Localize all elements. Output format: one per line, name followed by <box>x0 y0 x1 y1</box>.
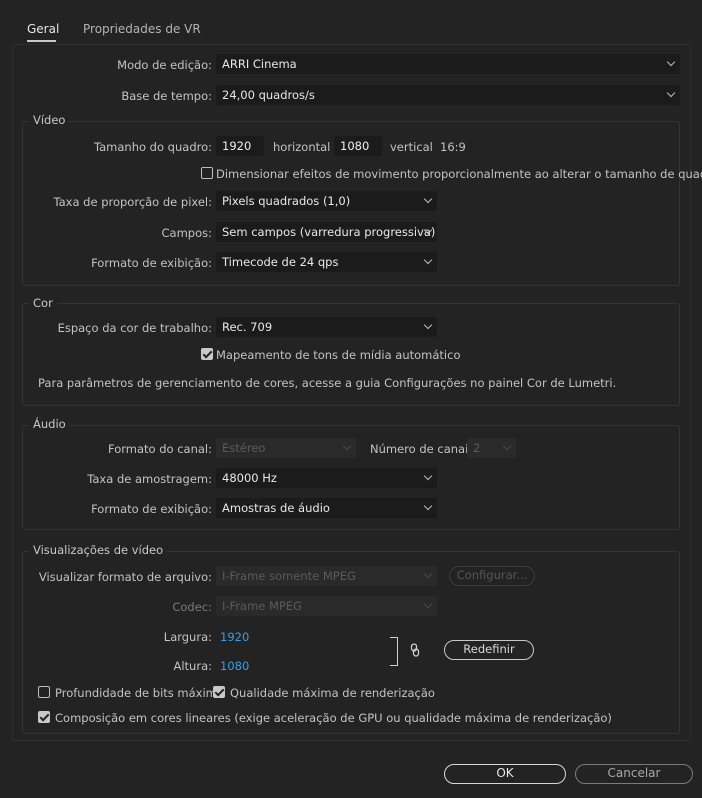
aspect-ratio-text: 16:9 <box>440 140 466 154</box>
preview-width-value[interactable]: 1920 <box>220 630 249 644</box>
link-bracket <box>390 637 398 666</box>
channel-format-value: Estéreo <box>222 441 266 455</box>
tab-vr-properties[interactable]: Propriedades de VR <box>83 22 201 36</box>
chevron-down-icon <box>423 320 433 330</box>
timebase-label: Base de tempo: <box>121 89 212 103</box>
audio-display-format-value: Amostras de áudio <box>222 501 330 515</box>
codec-value: I-Frame MPEG <box>222 599 303 613</box>
num-channels-value: 2 <box>473 441 481 455</box>
working-space-label: Espaço da cor de trabalho: <box>57 321 212 335</box>
color-info-text: Para parâmetros de gerenciamento de core… <box>38 376 617 390</box>
frame-width-input[interactable]: 1920 <box>216 136 264 156</box>
timebase-select[interactable]: 24,00 quadros/s <box>216 85 680 105</box>
sample-rate-value: 48000 Hz <box>222 471 277 485</box>
working-space-select[interactable]: Rec. 709 <box>216 317 437 337</box>
preview-width-label: Largura: <box>163 630 212 644</box>
chevron-down-icon <box>666 57 676 67</box>
scale-motion-label: Dimensionar efeitos de movimento proporc… <box>216 167 702 181</box>
tab-geral[interactable]: Geral <box>27 22 59 36</box>
frame-height-input[interactable]: 1080 <box>334 136 382 156</box>
tab-bar: Geral Propriedades de VR <box>0 0 702 44</box>
audio-group-title: Áudio <box>29 417 70 431</box>
preview-height-label: Altura: <box>173 659 212 673</box>
audio-display-format-select[interactable]: Amostras de áudio <box>216 498 437 518</box>
fields-select[interactable]: Sem campos (varredura progressiva) <box>216 222 437 242</box>
sample-rate-select[interactable]: 48000 Hz <box>216 468 437 488</box>
timebase-value: 24,00 quadros/s <box>222 88 315 102</box>
vertical-label: vertical <box>390 140 433 154</box>
video-display-format-value: Timecode de 24 qps <box>222 255 339 269</box>
num-channels-label: Número de canais: <box>370 442 479 456</box>
chevron-down-icon <box>423 501 433 511</box>
tone-map-label: Mapeamento de tons de mídia automático <box>216 348 461 362</box>
pixel-aspect-select[interactable]: Pixels quadrados (1,0) <box>216 191 437 211</box>
tone-map-checkbox[interactable] <box>201 348 213 360</box>
chevron-down-icon <box>666 88 676 98</box>
chevron-down-icon <box>423 471 433 481</box>
horizontal-label: horizontal <box>273 140 331 154</box>
codec-select[interactable]: I-Frame MPEG <box>216 596 437 616</box>
linear-color-label: Composição em cores lineares (exige acel… <box>55 711 612 725</box>
chevron-down-icon <box>423 194 433 204</box>
ok-button[interactable]: OK <box>444 764 566 784</box>
video-display-format-select[interactable]: Timecode de 24 qps <box>216 252 437 272</box>
codec-label: Codec: <box>172 600 212 614</box>
fields-value: Sem campos (varredura progressiva) <box>222 225 436 239</box>
configure-button[interactable]: Configurar... <box>449 566 535 586</box>
scale-motion-checkbox[interactable] <box>201 167 213 179</box>
preview-file-format-label: Visualizar formato de arquivo: <box>38 570 212 584</box>
pixel-aspect-value: Pixels quadrados (1,0) <box>222 194 351 208</box>
preview-height-value[interactable]: 1080 <box>220 659 249 673</box>
max-bit-depth-label: Profundidade de bits máxima <box>55 686 224 700</box>
preview-file-format-select[interactable]: I-Frame somente MPEG <box>216 566 437 586</box>
video-group-title: Vídeo <box>29 113 70 127</box>
linear-color-checkbox[interactable] <box>38 711 50 723</box>
video-previews-group-title: Visualizações de vídeo <box>29 543 168 557</box>
chevron-down-icon <box>423 255 433 265</box>
edit-mode-select[interactable]: ARRI Cinema <box>216 54 680 74</box>
chevron-down-icon <box>502 441 512 451</box>
max-bit-depth-checkbox[interactable] <box>38 686 50 698</box>
max-render-quality-label: Qualidade máxima de renderização <box>230 686 435 700</box>
chevron-down-icon <box>342 441 352 451</box>
active-tab-indicator <box>27 40 56 42</box>
pixel-aspect-label: Taxa de proporção de pixel: <box>53 195 212 209</box>
fields-label: Campos: <box>161 226 212 240</box>
chevron-down-icon <box>423 569 433 579</box>
edit-mode-value: ARRI Cinema <box>222 57 297 71</box>
working-space-value: Rec. 709 <box>222 320 273 334</box>
audio-display-format-label: Formato de exibição: <box>91 502 212 516</box>
cancel-button[interactable]: Cancelar <box>575 764 693 784</box>
edit-mode-label: Modo de edição: <box>117 58 212 72</box>
channel-format-label: Formato do canal: <box>108 442 212 456</box>
preview-file-format-value: I-Frame somente MPEG <box>222 569 356 583</box>
channel-format-select[interactable]: Estéreo <box>216 438 356 458</box>
link-icon[interactable] <box>410 643 420 657</box>
video-display-format-label: Formato de exibição: <box>91 256 212 270</box>
sample-rate-label: Taxa de amostragem: <box>87 472 212 486</box>
frame-size-label: Tamanho do quadro: <box>94 140 212 154</box>
reset-button[interactable]: Redefinir <box>444 640 534 660</box>
max-render-quality-checkbox[interactable] <box>213 686 225 698</box>
color-group-title: Cor <box>29 296 57 310</box>
chevron-down-icon <box>423 599 433 609</box>
num-channels-select[interactable]: 2 <box>467 438 516 458</box>
